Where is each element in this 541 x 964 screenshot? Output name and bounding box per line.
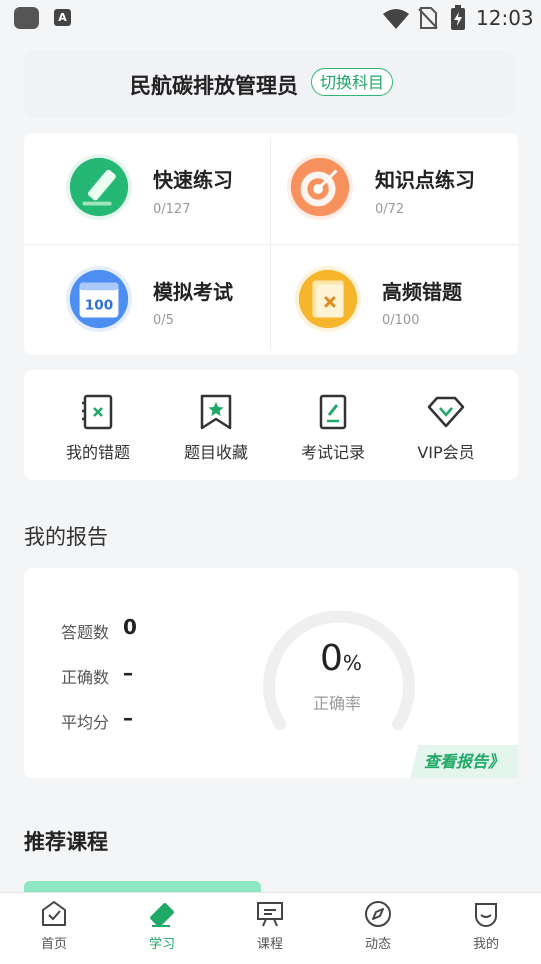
correct-value: –	[123, 661, 133, 685]
app-notification-icon	[14, 7, 39, 29]
nav-home[interactable]: 首页	[19, 898, 89, 952]
vip-member-button[interactable]: VIP会员	[396, 393, 496, 463]
report-title: 我的报告	[24, 525, 108, 549]
nav-profile[interactable]: 我的	[451, 898, 521, 952]
nav-news[interactable]: 动态	[343, 898, 413, 952]
diamond-icon	[427, 396, 465, 428]
knowledge-practice-item[interactable]: 知识点练习 0/72	[270, 133, 518, 244]
favorites-button[interactable]: 题目收藏	[166, 393, 266, 463]
exam-records-button[interactable]: 考试记录	[283, 393, 383, 463]
nav-course[interactable]: 课程	[235, 898, 305, 952]
wrong-book-icon	[294, 265, 362, 333]
accuracy-unit: %	[342, 651, 362, 675]
status-bar: A 12:03	[0, 0, 541, 38]
wifi-icon	[383, 9, 409, 29]
tool-label: 考试记录	[300, 443, 365, 462]
tool-label: 我的错题	[65, 443, 130, 462]
switch-subject-button[interactable]: 切换科目	[311, 68, 393, 96]
quick-practice-item[interactable]: 快速练习 0/127	[24, 133, 270, 244]
correct-label: 正确数	[61, 668, 110, 687]
practice-progress: 0/72	[375, 202, 405, 217]
wrong-notebook-icon	[82, 394, 113, 430]
study-pen-icon	[150, 903, 174, 927]
mock-exam-item[interactable]: 100 模拟考试 0/5	[24, 245, 270, 355]
profile-icon	[475, 903, 497, 927]
target-icon	[286, 153, 354, 221]
compass-icon	[365, 901, 391, 927]
subject-title: 民航碳排放管理员	[130, 74, 298, 98]
practice-progress: 0/5	[153, 313, 174, 328]
exam-record-icon	[319, 394, 347, 430]
tool-label: VIP会员	[417, 443, 475, 462]
practice-progress: 0/100	[382, 313, 420, 328]
answered-label: 答题数	[61, 623, 110, 642]
recommend-title: 推荐课程	[24, 830, 108, 854]
answered-value: 0	[123, 615, 137, 639]
nav-label: 学习	[148, 937, 175, 952]
practice-title: 模拟考试	[153, 280, 233, 304]
accuracy-number: 0	[320, 638, 343, 679]
frequent-mistakes-item[interactable]: 高频错题 0/100	[270, 245, 518, 355]
my-mistakes-button[interactable]: 我的错题	[48, 393, 148, 463]
view-report-button[interactable]: 查看报告》	[410, 745, 518, 778]
clock: 12:03	[476, 6, 534, 30]
keyboard-app-icon: A	[54, 9, 71, 26]
practice-title: 高频错题	[382, 280, 462, 304]
course-board-icon	[257, 902, 283, 927]
accuracy-value: 0%	[320, 638, 362, 679]
accuracy-label: 正确率	[313, 694, 362, 713]
practice-title: 快速练习	[153, 168, 233, 192]
nav-label: 课程	[256, 937, 283, 952]
svg-text:100: 100	[85, 298, 113, 314]
no-sim-icon	[418, 7, 438, 29]
nav-study[interactable]: 学习	[127, 898, 197, 952]
nav-label: 我的	[472, 937, 499, 952]
average-value: –	[123, 706, 133, 730]
calendar-100-icon: 100	[65, 265, 133, 333]
battery-charging-icon	[451, 5, 465, 30]
tool-label: 题目收藏	[183, 443, 248, 462]
bookmark-star-icon	[200, 394, 232, 430]
nav-label: 首页	[40, 937, 67, 952]
nav-label: 动态	[364, 937, 391, 952]
practice-title: 知识点练习	[375, 168, 475, 192]
average-label: 平均分	[61, 713, 110, 732]
home-check-icon	[42, 901, 66, 926]
pen-icon	[65, 153, 133, 221]
practice-progress: 0/127	[153, 202, 191, 217]
